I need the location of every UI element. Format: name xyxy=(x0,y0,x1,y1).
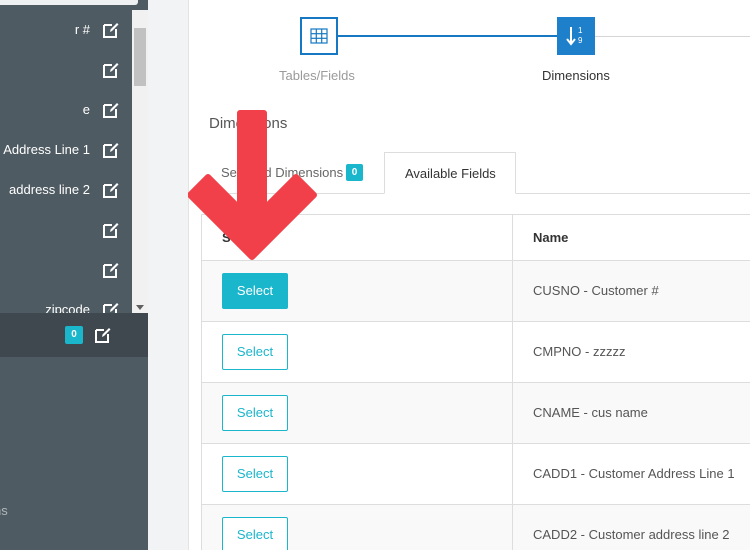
svg-text:9: 9 xyxy=(578,36,583,45)
sidebar-field-item[interactable]: e xyxy=(0,90,132,130)
field-name-cell: CMPNO - zzzzz xyxy=(533,344,626,359)
field-name-cell: CUSNO - Customer # xyxy=(533,283,659,298)
column-divider xyxy=(512,505,513,550)
column-divider xyxy=(512,322,513,382)
table-icon xyxy=(310,28,328,44)
sort-numeric-icon: 1 9 xyxy=(566,26,583,46)
sidebar-field-item[interactable] xyxy=(0,50,132,90)
step-label[interactable]: Dimensions xyxy=(542,68,610,83)
stepper-connector xyxy=(583,36,750,37)
edit-icon[interactable] xyxy=(102,21,120,39)
scroll-down-arrow-icon[interactable] xyxy=(136,305,144,310)
edit-icon[interactable] xyxy=(102,141,120,159)
table-row: Select CMPNO - zzzzz xyxy=(202,322,750,383)
edit-icon[interactable] xyxy=(102,261,120,279)
sidebar-field-label: zipcode xyxy=(45,302,90,313)
column-divider xyxy=(512,383,513,443)
edit-icon[interactable] xyxy=(102,101,120,119)
tab-label: Available Fields xyxy=(405,166,496,181)
annotation-arrow-icon xyxy=(188,110,317,260)
table-row: Select CUSNO - Customer # xyxy=(202,261,750,322)
sidebar-section-dimensions[interactable]: 0 xyxy=(0,313,148,357)
edit-icon[interactable] xyxy=(94,326,112,344)
column-divider xyxy=(512,215,513,261)
column-divider xyxy=(512,444,513,504)
sidebar-field-label: Address Line 1 xyxy=(3,142,90,157)
sidebar-field-item[interactable]: zipcode xyxy=(0,290,132,313)
sidebar-field-item[interactable]: r # xyxy=(0,10,132,50)
table-row: Select CADD2 - Customer address line 2 xyxy=(202,505,750,550)
select-button[interactable]: Select xyxy=(222,395,288,431)
svg-text:1: 1 xyxy=(578,26,583,35)
field-name-cell: CADD1 - Customer Address Line 1 xyxy=(533,466,735,481)
select-button[interactable]: Select xyxy=(222,517,288,550)
sidebar-nav-item[interactable]: ns xyxy=(0,503,8,518)
step-dimensions[interactable]: 1 9 xyxy=(557,17,595,55)
edit-icon[interactable] xyxy=(102,221,120,239)
sidebar: r # e Address Line 1 address line 2 zipc… xyxy=(0,0,148,550)
sidebar-field-label: e xyxy=(82,102,90,117)
column-header-name: Name xyxy=(533,230,569,245)
sidebar-field-list: r # e Address Line 1 address line 2 zipc… xyxy=(0,10,132,313)
select-button[interactable]: Select xyxy=(222,334,288,370)
sidebar-field-label: r # xyxy=(74,22,90,37)
stepper-connector xyxy=(337,35,557,37)
edit-icon[interactable] xyxy=(102,301,120,313)
select-button[interactable]: Select xyxy=(222,456,288,492)
edit-icon[interactable] xyxy=(102,61,120,79)
main-panel: 1 9 Tables/Fields Dimensions Dimensions … xyxy=(188,0,750,550)
sidebar-field-item[interactable] xyxy=(0,210,132,250)
sidebar-field-item[interactable] xyxy=(0,250,132,290)
sidebar-top-bar xyxy=(0,0,138,5)
tab-available-fields[interactable]: Available Fields xyxy=(384,152,516,194)
sidebar-nav-item[interactable]: s xyxy=(0,459,1,474)
content-gutter xyxy=(148,0,188,550)
step-tables-fields[interactable] xyxy=(300,17,338,55)
edit-icon[interactable] xyxy=(102,181,120,199)
sidebar-count-badge: 0 xyxy=(65,326,83,344)
sidebar-field-item[interactable]: address line 2 xyxy=(0,170,132,210)
select-button[interactable]: Select xyxy=(222,273,288,309)
table-row: Select CADD1 - Customer Address Line 1 xyxy=(202,444,750,505)
tab-count-badge: 0 xyxy=(346,164,363,181)
sidebar-field-label: address line 2 xyxy=(9,182,90,197)
sidebar-field-item[interactable]: Address Line 1 xyxy=(0,130,132,170)
field-name-cell: CADD2 - Customer address line 2 xyxy=(533,527,730,542)
field-name-cell: CNAME - cus name xyxy=(533,405,648,420)
table-row: Select CNAME - cus name xyxy=(202,383,750,444)
sidebar-scrollbar[interactable] xyxy=(132,10,148,313)
scrollbar-thumb[interactable] xyxy=(134,28,146,86)
column-divider xyxy=(512,261,513,321)
step-label[interactable]: Tables/Fields xyxy=(279,68,355,83)
